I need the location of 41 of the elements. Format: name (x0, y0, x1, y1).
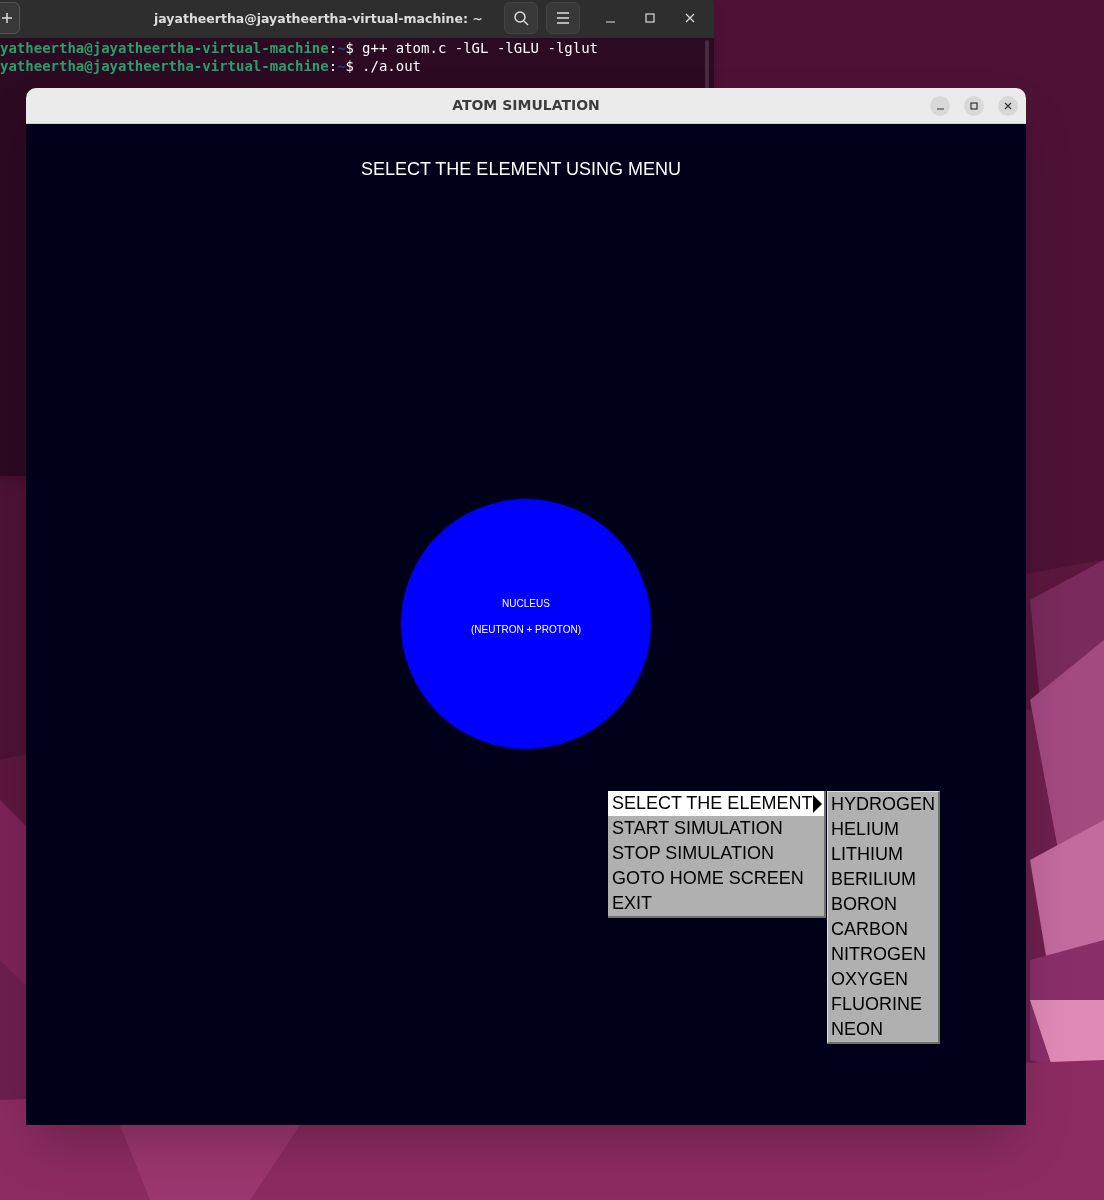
plus-icon (1, 12, 13, 24)
menu-icon (556, 12, 570, 24)
prompt-path: ~ (337, 57, 346, 75)
submenu-item[interactable]: FLUORINE (828, 992, 938, 1017)
submenu-item[interactable]: BORON (828, 892, 938, 917)
menu-button[interactable] (546, 2, 580, 34)
submenu-item[interactable]: CARBON (828, 917, 938, 942)
prompt-user: yatheertha@jayatheertha-virtual-machine (0, 39, 329, 57)
command-text: g++ atom.c -lGL -lGLU -lglut (362, 39, 599, 57)
submenu-item[interactable]: OXYGEN (828, 967, 938, 992)
maximize-icon (645, 13, 655, 23)
submenu-item[interactable]: NEON (828, 1017, 938, 1042)
prompt-user: yatheertha@jayatheertha-virtual-machine (0, 57, 329, 75)
minimize-icon (605, 21, 615, 23)
maximize-button[interactable] (964, 96, 984, 116)
nucleus-sublabel: (NEUTRON + PROTON) (470, 623, 582, 637)
search-button[interactable] (504, 2, 538, 34)
submenu-item[interactable]: HYDROGEN (828, 792, 938, 817)
close-icon (685, 13, 695, 23)
close-button[interactable] (998, 96, 1018, 116)
minimize-button[interactable] (930, 96, 950, 116)
menu-item[interactable]: SELECT THE ELEMENT (608, 791, 824, 816)
prompt-symbol: $ (345, 39, 355, 57)
prompt-separator: : (328, 39, 338, 57)
close-icon (1004, 102, 1012, 110)
minimize-icon (936, 108, 944, 110)
submenu-item[interactable]: NITROGEN (828, 942, 938, 967)
prompt-path: ~ (337, 39, 346, 57)
window-title: jayatheertha@jayatheertha-virtual-machine: ~ (154, 10, 483, 28)
submenu-item[interactable]: HELIUM (828, 817, 938, 842)
prompt-separator: : (328, 57, 338, 75)
nucleus-label: NUCLEUS (502, 597, 550, 611)
heading-text: SELECT THE ELEMENT USING MENU (361, 158, 682, 181)
maximize-icon (970, 102, 978, 110)
submenu-item[interactable]: LITHIUM (828, 842, 938, 867)
command-text: ./a.out (362, 57, 422, 75)
submenu-item[interactable]: BERILIUM (828, 867, 938, 892)
scrollbar (705, 40, 709, 90)
search-icon (513, 10, 529, 26)
window-title: ATOM SIMULATION (452, 96, 600, 115)
prompt-symbol: $ (345, 57, 355, 75)
